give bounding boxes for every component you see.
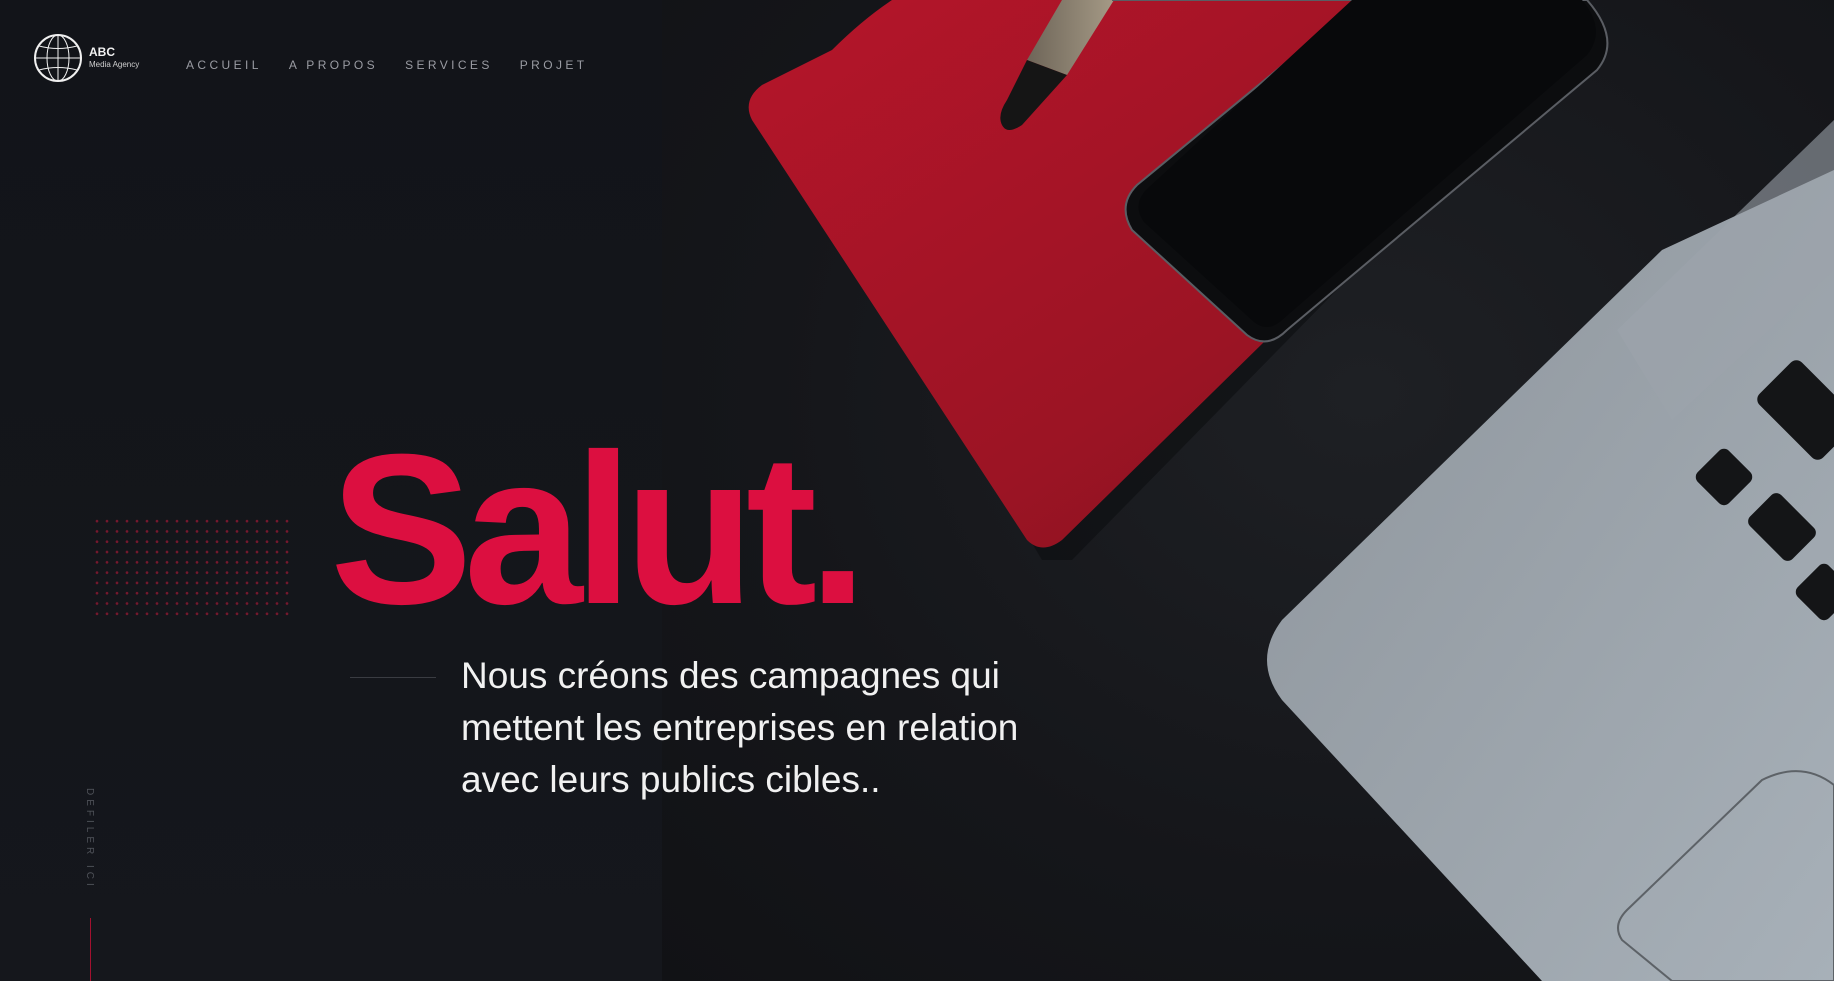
main-nav: ACCUEIL A PROPOS SERVICES PROJET <box>186 58 614 72</box>
nav-item-a-propos[interactable]: A PROPOS <box>289 58 378 72</box>
hero-title: Salut. <box>330 410 868 649</box>
scroll-cue-line <box>90 918 91 981</box>
nav-item-projet[interactable]: PROJET <box>520 58 588 72</box>
scroll-cue-label[interactable]: DEFILER ICI <box>84 788 95 890</box>
hero-divider <box>350 677 436 678</box>
logo-tagline: Media Agency <box>89 60 140 69</box>
dot-grid-decoration <box>92 516 292 621</box>
nav-item-services[interactable]: SERVICES <box>405 58 493 72</box>
hero-subtitle: Nous créons des campagnes qui mettent le… <box>461 655 1019 800</box>
globe-icon <box>34 34 82 82</box>
logo-brand-name: ABC <box>89 45 115 59</box>
logo[interactable] <box>34 31 144 87</box>
nav-item-accueil[interactable]: ACCUEIL <box>186 58 262 72</box>
